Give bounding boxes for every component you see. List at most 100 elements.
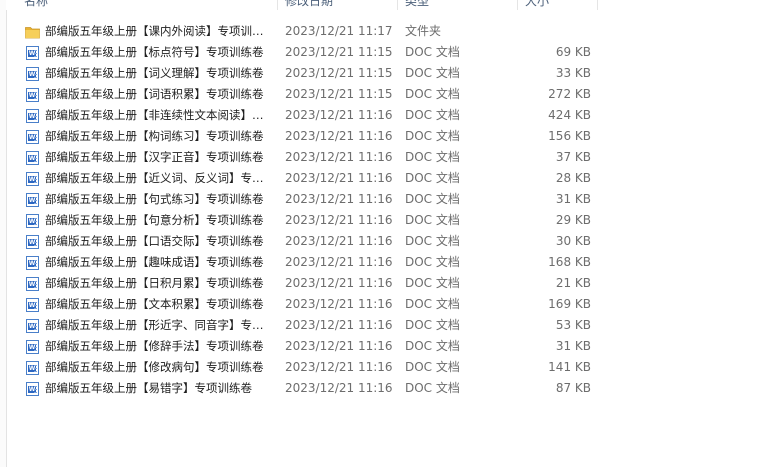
file-row[interactable]: 部编版五年级上册【课内外阅读】专项训练卷 2023/12/21 11:17 文件夹 — [0, 21, 761, 42]
file-row[interactable]: W 部编版五年级上册【句式练习】专项训练卷 2023/12/21 11:16 DOC … — [0, 189, 761, 210]
file-name[interactable]: 部编版五年级上册【非连续性文本阅读】专项训练卷 — [45, 105, 273, 126]
file-modified-date: 2023/12/21 11:15 — [285, 87, 393, 101]
file-type: DOC 文档 — [405, 339, 460, 353]
word-document-icon: W — [26, 277, 39, 291]
file-row[interactable]: W 部编版五年级上册【形近字、同音字】专项训练卷 2023/12/21 11:16 D… — [0, 315, 761, 336]
file-row[interactable]: W 部编版五年级上册【口语交际】专项训练卷 2023/12/21 11:16 DOC … — [0, 231, 761, 252]
file-row[interactable]: W 部编版五年级上册【非连续性文本阅读】专项训练卷 2023/12/21 11:16… — [0, 105, 761, 126]
file-modified-date: 2023/12/21 11:17 — [285, 24, 393, 38]
file-row[interactable]: W 部编版五年级上册【文本积累】专项训练卷 2023/12/21 11:16 DOC … — [0, 294, 761, 315]
file-size: 69 KB — [555, 45, 591, 59]
column-separator[interactable] — [597, 0, 598, 10]
column-header-date[interactable]: 修改日期 — [285, 0, 333, 10]
file-type: DOC 文档 — [405, 192, 460, 206]
word-document-icon: W — [26, 109, 39, 123]
file-row[interactable]: W 部编版五年级上册【修改病句】专项训练卷 2023/12/21 11:16 DOC … — [0, 357, 761, 378]
file-name[interactable]: 部编版五年级上册【汉字正音】专项训练卷 — [45, 147, 273, 168]
word-document-icon: W — [26, 340, 39, 354]
file-modified-date: 2023/12/21 11:16 — [285, 129, 393, 143]
file-modified-date: 2023/12/21 11:16 — [285, 276, 393, 290]
file-name[interactable]: 部编版五年级上册【形近字、同音字】专项训练卷 — [45, 315, 273, 336]
column-header: 名称 修改日期 类型 大小 — [6, 0, 761, 10]
file-size: 272 KB — [548, 87, 591, 101]
file-size: 424 KB — [548, 108, 591, 122]
file-size: 31 KB — [555, 192, 591, 206]
file-type: DOC 文档 — [405, 129, 460, 143]
file-size: 169 KB — [548, 297, 591, 311]
file-name[interactable]: 部编版五年级上册【趣味成语】专项训练卷 — [45, 252, 273, 273]
file-type: DOC 文档 — [405, 87, 460, 101]
file-modified-date: 2023/12/21 11:16 — [285, 339, 393, 353]
file-name[interactable]: 部编版五年级上册【构词练习】专项训练卷 — [45, 126, 273, 147]
file-row[interactable]: W 部编版五年级上册【趣味成语】专项训练卷 2023/12/21 11:16 DOC … — [0, 252, 761, 273]
column-separator[interactable] — [517, 0, 518, 10]
file-size: 141 KB — [548, 360, 591, 374]
file-type: DOC 文档 — [405, 150, 460, 164]
file-modified-date: 2023/12/21 11:16 — [285, 297, 393, 311]
file-name[interactable]: 部编版五年级上册【词义理解】专项训练卷 — [45, 63, 273, 84]
file-type: DOC 文档 — [405, 276, 460, 290]
word-document-icon: W — [26, 88, 39, 102]
file-name[interactable]: 部编版五年级上册【标点符号】专项训练卷 — [45, 42, 273, 63]
file-name[interactable]: 部编版五年级上册【文本积累】专项训练卷 — [45, 294, 273, 315]
file-row[interactable]: W 部编版五年级上册【构词练习】专项训练卷 2023/12/21 11:16 DOC … — [0, 126, 761, 147]
column-header-name[interactable]: 名称 — [24, 0, 48, 10]
file-modified-date: 2023/12/21 11:16 — [285, 150, 393, 164]
file-explorer-window: 名称 修改日期 类型 大小 部编版五年级上册【课内外阅读】专项训练卷 2023/1… — [0, 0, 761, 467]
file-type: DOC 文档 — [405, 66, 460, 80]
file-size: 37 KB — [555, 150, 591, 164]
file-name[interactable]: 部编版五年级上册【修辞手法】专项训练卷 — [45, 336, 273, 357]
file-name[interactable]: 部编版五年级上册【修改病句】专项训练卷 — [45, 357, 273, 378]
file-type: DOC 文档 — [405, 45, 460, 59]
column-header-size[interactable]: 大小 — [525, 0, 549, 10]
file-name[interactable]: 部编版五年级上册【句意分析】专项训练卷 — [45, 210, 273, 231]
file-name[interactable]: 部编版五年级上册【口语交际】专项训练卷 — [45, 231, 273, 252]
file-name[interactable]: 部编版五年级上册【易错字】专项训练卷 — [45, 378, 273, 399]
file-list: 部编版五年级上册【课内外阅读】专项训练卷 2023/12/21 11:17 文件夹 W… — [0, 21, 761, 399]
file-modified-date: 2023/12/21 11:16 — [285, 255, 393, 269]
file-modified-date: 2023/12/21 11:16 — [285, 234, 393, 248]
file-modified-date: 2023/12/21 11:16 — [285, 318, 393, 332]
file-row[interactable]: W 部编版五年级上册【句意分析】专项训练卷 2023/12/21 11:16 DOC … — [0, 210, 761, 231]
word-document-icon: W — [26, 382, 39, 396]
file-type: DOC 文档 — [405, 297, 460, 311]
file-row[interactable]: W 部编版五年级上册【词义理解】专项训练卷 2023/12/21 11:15 DOC … — [0, 63, 761, 84]
file-row[interactable]: W 部编版五年级上册【标点符号】专项训练卷 2023/12/21 11:15 DOC … — [0, 42, 761, 63]
file-type: DOC 文档 — [405, 318, 460, 332]
column-separator[interactable] — [397, 0, 398, 10]
file-size: 168 KB — [548, 255, 591, 269]
file-name[interactable]: 部编版五年级上册【日积月累】专项训练卷 — [45, 273, 273, 294]
word-document-icon: W — [26, 298, 39, 312]
file-row[interactable]: W 部编版五年级上册【词语积累】专项训练卷 2023/12/21 11:15 DOC … — [0, 84, 761, 105]
file-name[interactable]: 部编版五年级上册【句式练习】专项训练卷 — [45, 189, 273, 210]
file-row[interactable]: W 部编版五年级上册【修辞手法】专项训练卷 2023/12/21 11:16 DOC … — [0, 336, 761, 357]
file-row[interactable]: W 部编版五年级上册【汉字正音】专项训练卷 2023/12/21 11:16 DOC … — [0, 147, 761, 168]
file-type: DOC 文档 — [405, 360, 460, 374]
file-type: DOC 文档 — [405, 171, 460, 185]
word-document-icon: W — [26, 151, 39, 165]
file-name[interactable]: 部编版五年级上册【课内外阅读】专项训练卷 — [45, 21, 273, 42]
file-modified-date: 2023/12/21 11:15 — [285, 45, 393, 59]
file-modified-date: 2023/12/21 11:16 — [285, 171, 393, 185]
folder-icon — [25, 25, 40, 39]
column-separator[interactable] — [277, 0, 278, 10]
file-row[interactable]: W 部编版五年级上册【近义词、反义词】专项训练卷 2023/12/21 11:16 D… — [0, 168, 761, 189]
file-type: DOC 文档 — [405, 234, 460, 248]
file-name[interactable]: 部编版五年级上册【近义词、反义词】专项训练卷 — [45, 168, 273, 189]
file-type: DOC 文档 — [405, 213, 460, 227]
file-modified-date: 2023/12/21 11:15 — [285, 66, 393, 80]
word-document-icon: W — [26, 319, 39, 333]
file-row[interactable]: W 部编版五年级上册【日积月累】专项训练卷 2023/12/21 11:16 DOC … — [0, 273, 761, 294]
file-size: 21 KB — [555, 276, 591, 290]
word-document-icon: W — [26, 256, 39, 270]
file-size: 156 KB — [548, 129, 591, 143]
word-document-icon: W — [26, 130, 39, 144]
word-document-icon: W — [26, 235, 39, 249]
file-name[interactable]: 部编版五年级上册【词语积累】专项训练卷 — [45, 84, 273, 105]
file-type: DOC 文档 — [405, 255, 460, 269]
word-document-icon: W — [26, 193, 39, 207]
word-document-icon: W — [26, 361, 39, 375]
file-row[interactable]: W 部编版五年级上册【易错字】专项训练卷 2023/12/21 11:16 DOC 文… — [0, 378, 761, 399]
file-modified-date: 2023/12/21 11:16 — [285, 213, 393, 227]
column-header-type[interactable]: 类型 — [405, 0, 429, 10]
